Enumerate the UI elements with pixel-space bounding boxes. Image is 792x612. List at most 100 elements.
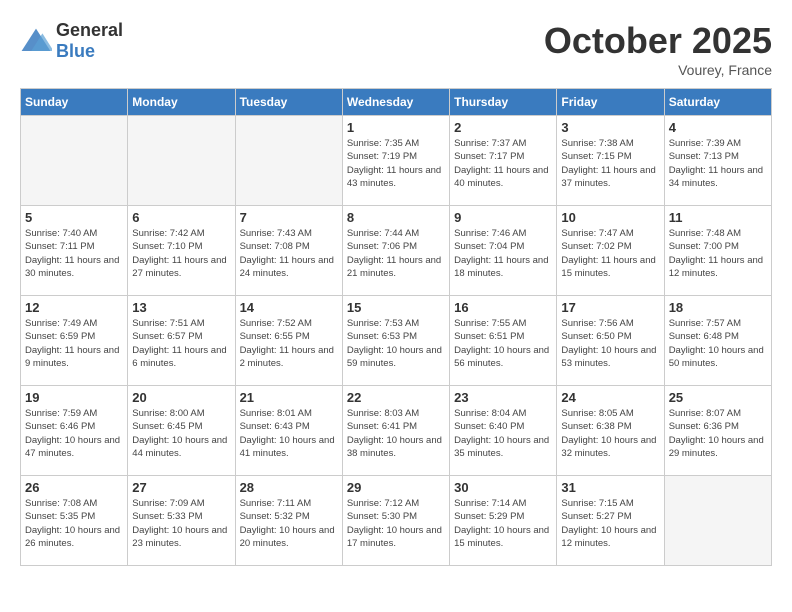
day-number: 27 — [132, 480, 230, 495]
day-number: 8 — [347, 210, 445, 225]
day-info: Sunrise: 7:40 AM Sunset: 7:11 PM Dayligh… — [25, 227, 123, 280]
day-info: Sunrise: 7:53 AM Sunset: 6:53 PM Dayligh… — [347, 317, 445, 370]
day-number: 17 — [561, 300, 659, 315]
calendar-cell: 30 Sunrise: 7:14 AM Sunset: 5:29 PM Dayli… — [450, 476, 557, 566]
day-number: 9 — [454, 210, 552, 225]
calendar-week-row: 12 Sunrise: 7:49 AM Sunset: 6:59 PM Dayli… — [21, 296, 772, 386]
day-info: Sunrise: 7:44 AM Sunset: 7:06 PM Dayligh… — [347, 227, 445, 280]
calendar-header-row: SundayMondayTuesdayWednesdayThursdayFrid… — [21, 89, 772, 116]
day-info: Sunrise: 7:39 AM Sunset: 7:13 PM Dayligh… — [669, 137, 767, 190]
day-number: 21 — [240, 390, 338, 405]
day-info: Sunrise: 7:48 AM Sunset: 7:00 PM Dayligh… — [669, 227, 767, 280]
calendar-cell: 18 Sunrise: 7:57 AM Sunset: 6:48 PM Dayli… — [664, 296, 771, 386]
day-info: Sunrise: 7:35 AM Sunset: 7:19 PM Dayligh… — [347, 137, 445, 190]
day-number: 1 — [347, 120, 445, 135]
day-number: 11 — [669, 210, 767, 225]
calendar-week-row: 5 Sunrise: 7:40 AM Sunset: 7:11 PM Daylig… — [21, 206, 772, 296]
day-number: 23 — [454, 390, 552, 405]
calendar-cell: 20 Sunrise: 8:00 AM Sunset: 6:45 PM Dayli… — [128, 386, 235, 476]
day-number: 30 — [454, 480, 552, 495]
day-info: Sunrise: 8:01 AM Sunset: 6:43 PM Dayligh… — [240, 407, 338, 460]
day-number: 6 — [132, 210, 230, 225]
day-number: 5 — [25, 210, 123, 225]
day-number: 25 — [669, 390, 767, 405]
day-number: 19 — [25, 390, 123, 405]
day-info: Sunrise: 7:14 AM Sunset: 5:29 PM Dayligh… — [454, 497, 552, 550]
calendar-cell — [128, 116, 235, 206]
calendar-cell: 7 Sunrise: 7:43 AM Sunset: 7:08 PM Daylig… — [235, 206, 342, 296]
page-header: General Blue October 2025 Vourey, France — [20, 20, 772, 78]
day-info: Sunrise: 8:05 AM Sunset: 6:38 PM Dayligh… — [561, 407, 659, 460]
calendar-cell: 22Sunrise: 8:03 AM Sunset: 6:41 PM Dayli… — [342, 386, 449, 476]
calendar-cell: 1 Sunrise: 7:35 AM Sunset: 7:19 PM Daylig… — [342, 116, 449, 206]
day-info: Sunrise: 7:49 AM Sunset: 6:59 PM Dayligh… — [25, 317, 123, 370]
calendar-cell: 25 Sunrise: 8:07 AM Sunset: 6:36 PM Dayli… — [664, 386, 771, 476]
day-number: 31 — [561, 480, 659, 495]
day-number: 15 — [347, 300, 445, 315]
day-header-tuesday: Tuesday — [235, 89, 342, 116]
day-number: 7 — [240, 210, 338, 225]
day-header-saturday: Saturday — [664, 89, 771, 116]
day-info: Sunrise: 7:56 AM Sunset: 6:50 PM Dayligh… — [561, 317, 659, 370]
day-info: Sunrise: 7:09 AM Sunset: 5:33 PM Dayligh… — [132, 497, 230, 550]
calendar-cell: 13 Sunrise: 7:51 AM Sunset: 6:57 PM Dayli… — [128, 296, 235, 386]
calendar-cell: 5 Sunrise: 7:40 AM Sunset: 7:11 PM Daylig… — [21, 206, 128, 296]
day-info: Sunrise: 7:43 AM Sunset: 7:08 PM Dayligh… — [240, 227, 338, 280]
day-info: Sunrise: 7:51 AM Sunset: 6:57 PM Dayligh… — [132, 317, 230, 370]
day-number: 16 — [454, 300, 552, 315]
day-number: 26 — [25, 480, 123, 495]
day-number: 20 — [132, 390, 230, 405]
calendar-cell: 24 Sunrise: 8:05 AM Sunset: 6:38 PM Dayli… — [557, 386, 664, 476]
day-number: 3 — [561, 120, 659, 135]
title-block: October 2025 Vourey, France — [544, 20, 772, 78]
calendar-cell: 23Sunrise: 8:04 AM Sunset: 6:40 PM Dayli… — [450, 386, 557, 476]
day-number: 12 — [25, 300, 123, 315]
day-info: Sunrise: 7:52 AM Sunset: 6:55 PM Dayligh… — [240, 317, 338, 370]
day-number: 14 — [240, 300, 338, 315]
day-header-thursday: Thursday — [450, 89, 557, 116]
calendar-cell: 31 Sunrise: 7:15 AM Sunset: 5:27 PM Dayli… — [557, 476, 664, 566]
calendar-cell: 28 Sunrise: 7:11 AM Sunset: 5:32 PM Dayli… — [235, 476, 342, 566]
calendar-cell: 9 Sunrise: 7:46 AM Sunset: 7:04 PM Daylig… — [450, 206, 557, 296]
logo-general-text: General — [56, 20, 123, 40]
day-header-monday: Monday — [128, 89, 235, 116]
calendar-cell — [664, 476, 771, 566]
day-info: Sunrise: 8:00 AM Sunset: 6:45 PM Dayligh… — [132, 407, 230, 460]
day-number: 28 — [240, 480, 338, 495]
calendar-cell: 29 Sunrise: 7:12 AM Sunset: 5:30 PM Dayli… — [342, 476, 449, 566]
day-info: Sunrise: 7:15 AM Sunset: 5:27 PM Dayligh… — [561, 497, 659, 550]
location-text: Vourey, France — [544, 62, 772, 78]
calendar-week-row: 1 Sunrise: 7:35 AM Sunset: 7:19 PM Daylig… — [21, 116, 772, 206]
day-number: 29 — [347, 480, 445, 495]
day-info: Sunrise: 8:07 AM Sunset: 6:36 PM Dayligh… — [669, 407, 767, 460]
day-info: Sunrise: 7:59 AM Sunset: 6:46 PM Dayligh… — [25, 407, 123, 460]
day-number: 22 — [347, 390, 445, 405]
day-number: 2 — [454, 120, 552, 135]
calendar-cell: 6 Sunrise: 7:42 AM Sunset: 7:10 PM Daylig… — [128, 206, 235, 296]
calendar-cell: 12 Sunrise: 7:49 AM Sunset: 6:59 PM Dayli… — [21, 296, 128, 386]
day-number: 18 — [669, 300, 767, 315]
day-info: Sunrise: 7:12 AM Sunset: 5:30 PM Dayligh… — [347, 497, 445, 550]
day-number: 10 — [561, 210, 659, 225]
calendar-cell: 2Sunrise: 7:37 AM Sunset: 7:17 PM Daylig… — [450, 116, 557, 206]
calendar-week-row: 26 Sunrise: 7:08 AM Sunset: 5:35 PM Dayli… — [21, 476, 772, 566]
calendar-cell: 19 Sunrise: 7:59 AM Sunset: 6:46 PM Dayli… — [21, 386, 128, 476]
calendar-cell — [21, 116, 128, 206]
day-header-friday: Friday — [557, 89, 664, 116]
calendar-cell: 4 Sunrise: 7:39 AM Sunset: 7:13 PM Daylig… — [664, 116, 771, 206]
day-number: 4 — [669, 120, 767, 135]
day-info: Sunrise: 7:38 AM Sunset: 7:15 PM Dayligh… — [561, 137, 659, 190]
calendar-cell: 21 Sunrise: 8:01 AM Sunset: 6:43 PM Dayli… — [235, 386, 342, 476]
day-info: Sunrise: 7:46 AM Sunset: 7:04 PM Dayligh… — [454, 227, 552, 280]
day-info: Sunrise: 7:08 AM Sunset: 5:35 PM Dayligh… — [25, 497, 123, 550]
month-title: October 2025 — [544, 20, 772, 62]
day-info: Sunrise: 7:42 AM Sunset: 7:10 PM Dayligh… — [132, 227, 230, 280]
day-header-sunday: Sunday — [21, 89, 128, 116]
day-info: Sunrise: 7:57 AM Sunset: 6:48 PM Dayligh… — [669, 317, 767, 370]
logo: General Blue — [20, 20, 123, 62]
day-info: Sunrise: 7:11 AM Sunset: 5:32 PM Dayligh… — [240, 497, 338, 550]
day-number: 13 — [132, 300, 230, 315]
day-number: 24 — [561, 390, 659, 405]
calendar-cell: 27 Sunrise: 7:09 AM Sunset: 5:33 PM Dayli… — [128, 476, 235, 566]
calendar-cell: 10Sunrise: 7:47 AM Sunset: 7:02 PM Dayli… — [557, 206, 664, 296]
